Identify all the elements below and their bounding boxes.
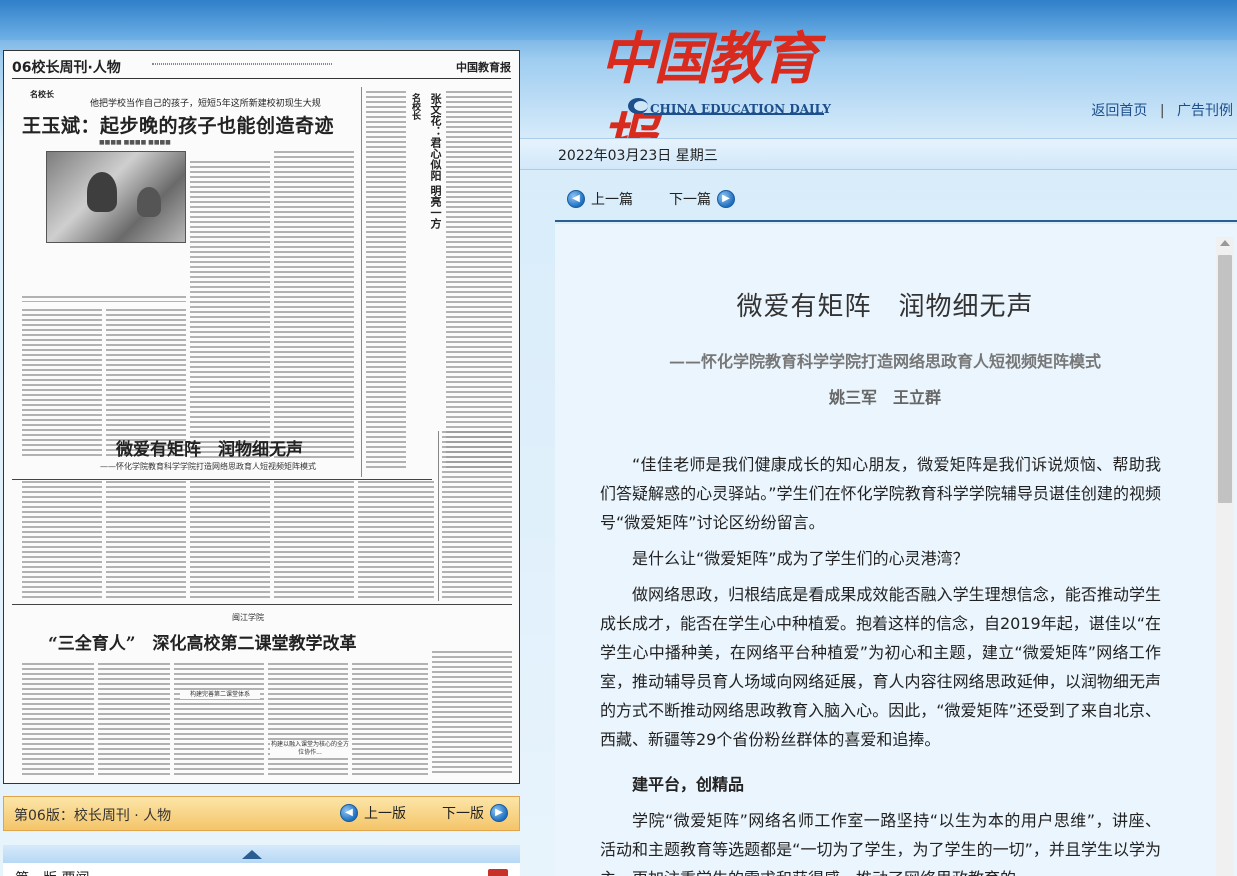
column-divider — [361, 87, 362, 477]
article-section-heading: 建平台，创精品 — [632, 775, 745, 794]
page-list: 第一版 要闻 — [3, 863, 520, 876]
story3-text-column — [106, 481, 186, 601]
logo-swoosh-icon — [628, 98, 648, 114]
logo-english-text: CHINA EDUCATION DAILY — [650, 102, 831, 116]
story3-headline[interactable]: 微爱有矩阵 润物细无声 — [116, 435, 303, 460]
article-authors: 姚三军 王立群 — [828, 388, 941, 407]
next-page-button[interactable]: 下一版 ▶ — [442, 803, 508, 823]
story5-text-column — [352, 663, 428, 775]
article-panel: 微爱有矩阵 润物细无声 ——怀化学院教育科学学院打造网络思政育人短视频矩阵模式 … — [555, 224, 1237, 876]
story3-text-column — [22, 481, 102, 601]
article-paragraph: 学院“微爱矩阵”网络名师工作室一路坚持“以生为本的用户思维”，讲座、活动和主题教… — [600, 811, 1161, 876]
home-link[interactable]: 返回首页 — [1091, 103, 1147, 119]
arrow-left-circle-icon: ◀ — [340, 804, 358, 822]
article-subtitle: ——怀化学院教育科学学院打造网络思政育人短视频矩阵模式 — [668, 352, 1101, 371]
story1-text-column — [274, 151, 354, 461]
prev-article-label: 上一篇 — [591, 192, 633, 208]
link-separator: | — [1159, 103, 1165, 119]
section-divider — [12, 479, 432, 480]
article-scrollbar[interactable] — [1216, 237, 1234, 876]
arrow-right-circle-icon: ▶ — [490, 804, 508, 822]
next-article-label: 下一篇 — [669, 192, 711, 208]
story1-headline[interactable]: 王玉斌：起步晚的孩子也能创造奇迹 — [22, 111, 334, 138]
story1-byline: ■■■■ ■■■■ ■■■■ — [99, 139, 171, 146]
story1-text-column — [22, 309, 102, 459]
chevron-up-icon — [242, 850, 262, 859]
story2-vertical-headline[interactable]: 张文花：君心似阳 明亮一方 — [426, 93, 442, 229]
page-list-toggle[interactable] — [3, 845, 520, 863]
story5-subhead: 构建以融入课堂为核心的全方位协作... — [270, 741, 350, 757]
newspaper-header-logo: 中国教育报 — [456, 61, 511, 74]
issue-date: 2022年03月23日 星期三 — [558, 148, 718, 164]
story4-text-column — [442, 431, 512, 601]
story3-text-column — [274, 481, 354, 601]
prev-page-label: 上一版 — [364, 806, 406, 822]
story3-text-column — [190, 481, 270, 601]
story2-vertical-tag: 名校长 — [410, 93, 420, 120]
article-nav: ◀ 上一篇 下一篇 ▶ — [555, 182, 1237, 222]
next-page-label: 下一版 — [442, 806, 484, 822]
story2-text-column — [366, 91, 406, 471]
story5-text-column — [98, 663, 170, 775]
story1-caption-text — [22, 296, 186, 302]
article-paragraph: “佳佳老师是我们健康成长的知心朋友，微爱矩阵是我们诉说烦恼、帮助我们答疑解惑的心… — [600, 455, 1161, 532]
arrow-right-circle-icon: ▶ — [717, 190, 735, 208]
section-divider — [12, 604, 512, 605]
story5-text-column — [268, 663, 348, 775]
newspaper-page-image[interactable]: 06校长周刊·人物 中国教育报 名校长 他把学校当作自己的孩子，短短5年这所新建… — [3, 50, 520, 784]
newspaper-page-header: 06校长周刊·人物 中国教育报 — [12, 57, 511, 79]
story5-text-column — [432, 651, 512, 775]
newspaper-page-label: 06校长周刊·人物 — [12, 60, 121, 76]
story1-text-column — [190, 161, 270, 461]
story5-subhead: 构建完善第二课堂体系 — [180, 691, 260, 699]
column-divider — [438, 431, 439, 601]
story5-text-column — [22, 663, 94, 775]
article-paragraph: 是什么让“微爱矩阵”成为了学生们的心灵港湾？ — [632, 549, 969, 568]
site-logo[interactable]: 中国教育报 CHINA EDUCATION DAILY — [600, 14, 840, 173]
page-list-item-1[interactable]: 第一版 要闻 — [15, 868, 89, 876]
story5-headline[interactable]: “三全育人” 深化高校第二课堂教学改革 — [48, 629, 357, 654]
story3-subheadline: ——怀化学院教育科学学院打造网络思政育人短视频矩阵模式 — [100, 462, 316, 471]
prev-article-button[interactable]: ◀ 上一篇 — [567, 189, 633, 209]
story1-kicker: 他把学校当作自己的孩子，短短5年这所新建校初现生大规 — [90, 99, 321, 109]
current-page-label: 第06版：校长周刊 · 人物 — [14, 808, 172, 824]
page-nav-bar: 第06版：校长周刊 · 人物 ◀ 上一版 下一版 ▶ — [3, 796, 520, 831]
article-paragraph: 做网络思政，归根结底是看成果成效能否融入学生理想信念，能否推动学生成长成才，能否… — [600, 585, 1162, 749]
pdf-icon[interactable] — [488, 869, 508, 876]
arrow-left-circle-icon: ◀ — [567, 190, 585, 208]
article-title: 微爱有矩阵 润物细无声 — [736, 292, 1034, 322]
story3-text-column — [358, 481, 434, 601]
story1-photo — [46, 151, 186, 243]
newspaper-page: 06校长周刊·人物 中国教育报 名校长 他把学校当作自己的孩子，短短5年这所新建… — [4, 51, 519, 783]
story2-text-column — [446, 91, 512, 471]
next-article-button[interactable]: 下一篇 ▶ — [669, 189, 735, 209]
ad-rates-link[interactable]: 广告刊例 — [1177, 103, 1233, 119]
header-hairline — [152, 63, 332, 65]
article-body: “佳佳老师是我们健康成长的知心朋友，微爱矩阵是我们诉说烦恼、帮助我们答疑解惑的心… — [600, 450, 1161, 876]
story5-text-column — [174, 663, 264, 775]
prev-page-button[interactable]: ◀ 上一版 — [340, 803, 406, 823]
date-bar: 2022年03月23日 星期三 — [520, 138, 1237, 170]
scroll-up-arrow-icon[interactable] — [1220, 240, 1230, 246]
scroll-thumb[interactable] — [1218, 255, 1232, 503]
column-tag: 名校长 — [30, 89, 54, 99]
top-links: 返回首页 | 广告刊例 — [1091, 100, 1233, 120]
story5-school: 闽江学院 — [232, 613, 264, 622]
